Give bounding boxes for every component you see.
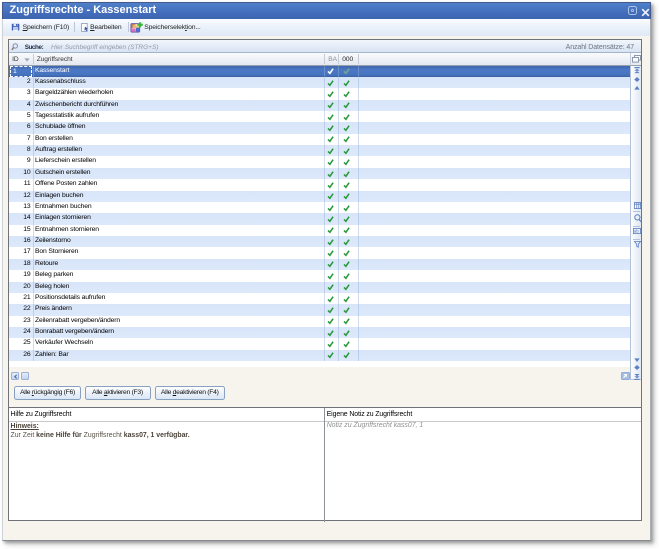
svg-text:ab: ab: [634, 228, 639, 233]
